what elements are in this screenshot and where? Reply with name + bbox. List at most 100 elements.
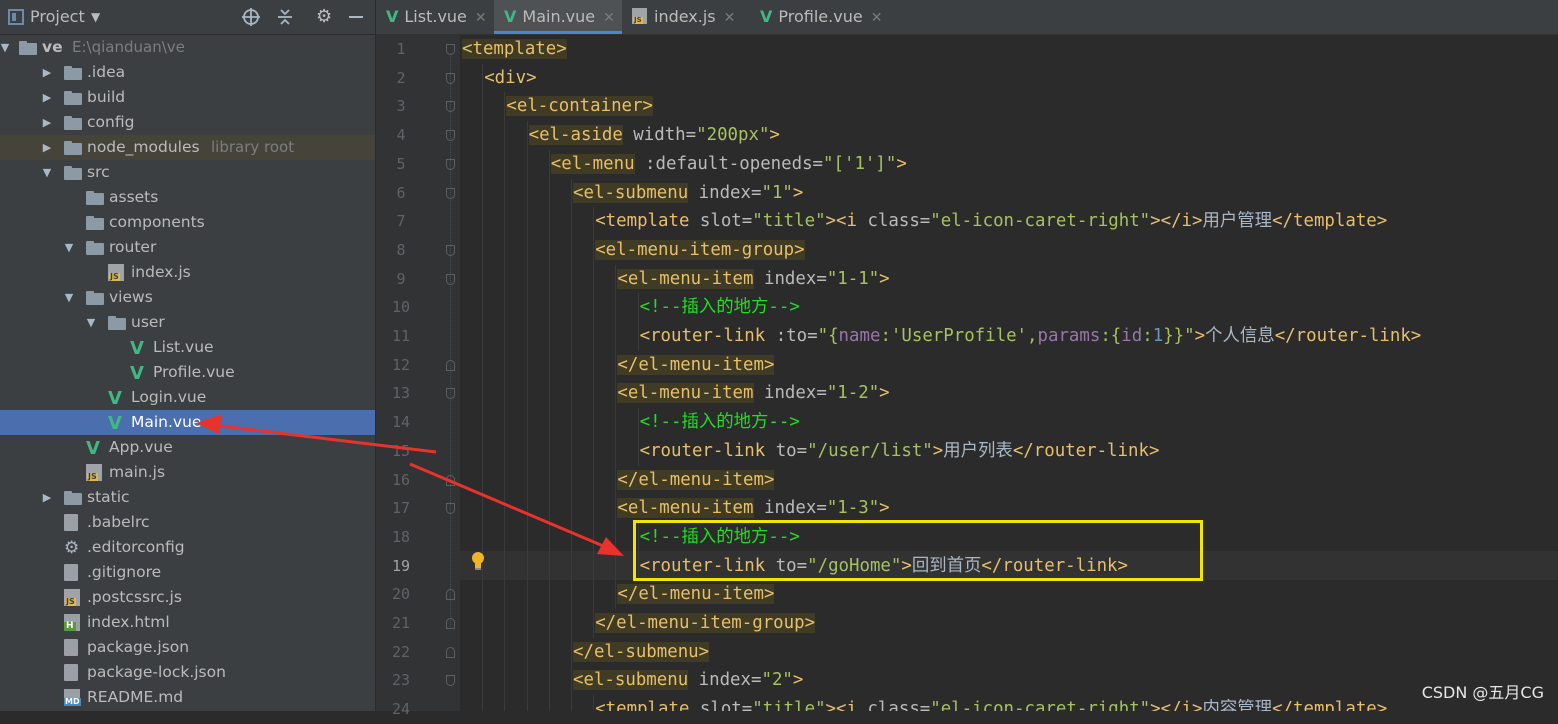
chevron-right-icon[interactable]: ▶ xyxy=(41,60,53,85)
indent-guide xyxy=(504,207,506,237)
folder-icon xyxy=(64,141,82,155)
tree-item[interactable]: JS main.js xyxy=(0,460,375,485)
tree-item[interactable]: ▶ static xyxy=(0,485,375,510)
code-token: index= xyxy=(753,498,827,519)
editor-tab[interactable]: V List.vue ✕ xyxy=(376,0,494,34)
chevron-down-icon[interactable]: ▼ xyxy=(91,0,100,34)
indent-guide xyxy=(526,551,528,581)
tree-item[interactable]: components xyxy=(0,210,375,235)
fold-end-icon[interactable] xyxy=(446,646,455,658)
tree-item[interactable]: ▶ .idea xyxy=(0,60,375,85)
fold-start-icon[interactable] xyxy=(446,244,455,256)
folder-icon xyxy=(64,116,82,130)
fold-start-icon[interactable] xyxy=(446,101,455,113)
folder-icon xyxy=(64,491,82,505)
chevron-down-icon[interactable]: ▼ xyxy=(85,310,97,335)
indent-guide xyxy=(548,293,550,323)
tree-item[interactable]: V App.vue xyxy=(0,435,375,460)
tree-item[interactable]: ⚙ .editorconfig xyxy=(0,535,375,560)
fold-end-icon[interactable] xyxy=(446,359,455,371)
chevron-down-icon[interactable]: ▼ xyxy=(0,35,11,60)
line-number: 17 xyxy=(391,499,411,518)
fold-start-icon[interactable] xyxy=(446,273,455,285)
code-token: </el-submenu> xyxy=(573,641,710,662)
lightbulb-icon[interactable] xyxy=(470,551,486,571)
code-token: <el-menu-item xyxy=(617,498,754,519)
code-line: </el-menu-item-group> xyxy=(462,609,816,638)
indent-guide xyxy=(526,322,528,351)
tree-item[interactable]: V List.vue xyxy=(0,335,375,360)
tree-item[interactable]: assets xyxy=(0,185,375,210)
line-number: 14 xyxy=(391,413,411,432)
fold-start-icon[interactable] xyxy=(446,675,455,687)
tree-item[interactable]: MD README.md xyxy=(0,685,375,710)
fold-start-icon[interactable] xyxy=(446,44,455,55)
project-view-icon[interactable] xyxy=(8,0,24,34)
locate-target-icon[interactable] xyxy=(242,0,260,34)
tree-item[interactable]: ▼ user xyxy=(0,310,375,335)
tree-item[interactable]: ▼ router xyxy=(0,235,375,260)
tree-item[interactable]: ▶ node_modules library root xyxy=(0,135,375,160)
tree-item[interactable]: ▼ views xyxy=(0,285,375,310)
tree-item-label: index.html xyxy=(87,613,170,631)
close-icon[interactable]: ✕ xyxy=(475,10,487,26)
fold-start-icon[interactable] xyxy=(446,388,455,400)
tree-item[interactable]: package-lock.json xyxy=(0,660,375,685)
fold-start-icon[interactable] xyxy=(446,187,455,199)
config-file-icon xyxy=(64,514,78,531)
indent-guide xyxy=(482,149,484,179)
code-token: 回到首页 xyxy=(911,555,982,576)
tree-item[interactable]: JS .postcssrc.js xyxy=(0,585,375,610)
chevron-down-icon[interactable]: ▼ xyxy=(41,160,53,185)
chevron-right-icon[interactable]: ▶ xyxy=(41,110,53,135)
fold-end-icon[interactable] xyxy=(446,474,455,486)
indent-guide xyxy=(548,207,550,237)
close-icon[interactable]: ✕ xyxy=(871,10,883,26)
indent-guide xyxy=(526,149,528,179)
tree-item[interactable]: Hindex.html xyxy=(0,610,375,635)
chevron-right-icon[interactable]: ▶ xyxy=(41,85,53,110)
fold-end-icon[interactable] xyxy=(446,589,455,601)
tree-item[interactable]: ▶ config xyxy=(0,110,375,135)
settings-gear-icon[interactable]: ⚙ xyxy=(316,0,332,34)
indent-guide xyxy=(548,551,550,581)
fold-start-icon[interactable] xyxy=(446,130,455,142)
tree-item[interactable]: V Login.vue xyxy=(0,385,375,410)
indent-guide xyxy=(482,379,484,409)
indent-guide xyxy=(482,293,484,323)
chevron-right-icon[interactable]: ▶ xyxy=(41,485,53,510)
tree-item[interactable]: V Profile.vue xyxy=(0,360,375,385)
chevron-down-icon[interactable]: ▼ xyxy=(63,235,75,260)
tree-item-label: .gitignore xyxy=(87,563,162,581)
collapse-all-icon[interactable] xyxy=(276,0,294,34)
tree-item[interactable]: ▶ build xyxy=(0,85,375,110)
chevron-down-icon[interactable]: ▼ xyxy=(63,285,75,310)
tree-item[interactable]: JS index.js xyxy=(0,260,375,285)
chevron-right-icon[interactable]: ▶ xyxy=(41,135,53,160)
project-panel-header: Project ▼ ⚙ xyxy=(0,0,375,35)
code-token: slot= xyxy=(689,699,753,711)
code-editor[interactable]: <template> <div> <el-container> <el-aside w… xyxy=(460,35,1558,711)
fold-start-icon[interactable] xyxy=(446,503,455,515)
line-number: 15 xyxy=(391,441,411,460)
editor-tab[interactable]: JS index.js ✕ xyxy=(622,0,750,34)
code-token: "el-icon-caret-right" xyxy=(930,211,1151,232)
tree-item[interactable]: .babelrc xyxy=(0,510,375,535)
tree-item-sublabel: E:\qianduan\ve xyxy=(72,38,185,56)
line-number: 21 xyxy=(391,614,411,632)
close-icon[interactable]: ✕ xyxy=(603,10,615,26)
tree-item[interactable]: V Main.vue xyxy=(0,410,375,435)
tree-item[interactable]: ▼ ve E:\qianduan\ve xyxy=(0,35,375,60)
tree-item[interactable]: .gitignore xyxy=(0,560,375,585)
project-view-label[interactable]: Project xyxy=(30,0,85,34)
tree-item-label: Login.vue xyxy=(131,388,207,406)
close-icon[interactable]: ✕ xyxy=(724,10,736,26)
editor-tab[interactable]: V Main.vue ✕ xyxy=(494,0,622,34)
fold-start-icon[interactable] xyxy=(446,72,455,84)
tree-item[interactable]: package.json xyxy=(0,635,375,660)
fold-start-icon[interactable] xyxy=(446,158,455,170)
minimize-icon[interactable] xyxy=(348,0,364,34)
fold-end-icon[interactable] xyxy=(446,618,455,629)
tree-item[interactable]: ▼ src xyxy=(0,160,375,185)
editor-tab[interactable]: V Profile.vue ✕ xyxy=(750,0,882,34)
